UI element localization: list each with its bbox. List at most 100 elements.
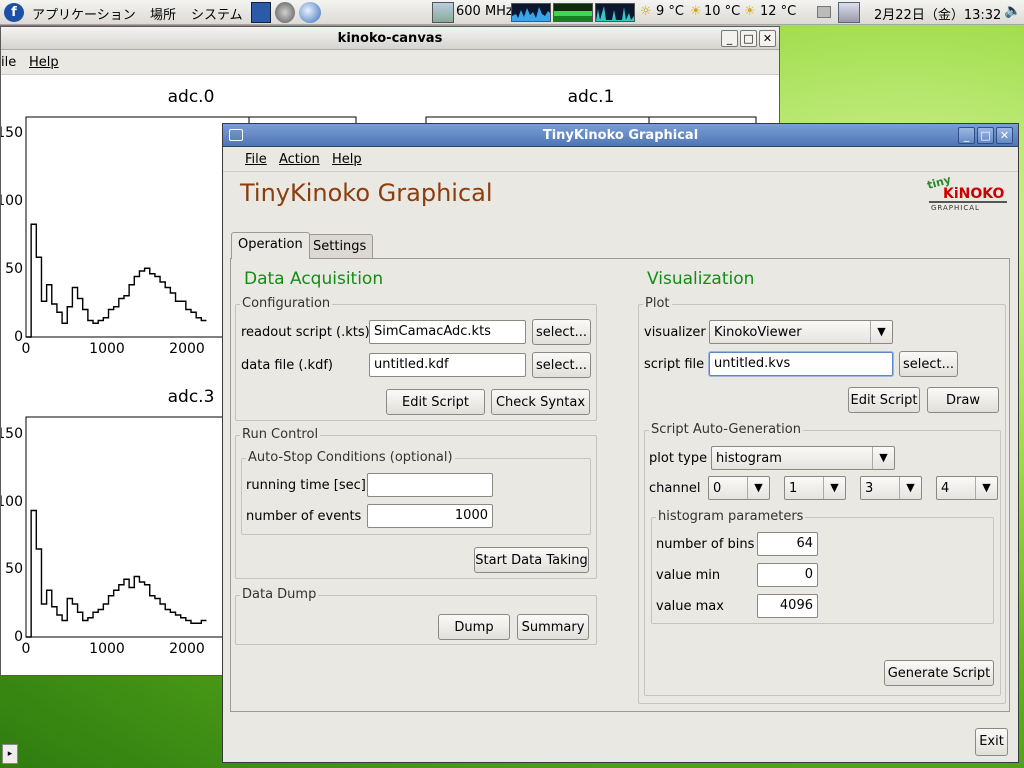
title-bar[interactable]: TinyKinoko Graphical _ □ ✕: [223, 124, 1018, 147]
volume-icon[interactable]: 🔈: [1004, 3, 1021, 19]
menu-bar: File Action Help: [223, 147, 1018, 172]
cpu-monitor-graph: [511, 3, 551, 22]
x-tick: 2000: [169, 641, 205, 657]
value-max-label: value max: [656, 599, 724, 614]
minimize-button[interactable]: _: [958, 127, 975, 144]
value-max-field[interactable]: 4096: [757, 594, 818, 618]
x-tick: 1000: [89, 641, 125, 657]
y-tick: 50: [5, 261, 23, 277]
script-file-label: script file: [644, 357, 705, 372]
bins-field[interactable]: 64: [757, 532, 818, 556]
plot-title-adc0: adc.0: [168, 87, 215, 107]
app-heading: TinyKinoko Graphical: [240, 179, 493, 207]
channel-value: 3: [865, 481, 874, 496]
maximize-button[interactable]: □: [977, 127, 994, 144]
script-file-field[interactable]: untitled.kvs: [709, 352, 893, 376]
data-dump-frame: Data Dump Dump Summary: [235, 587, 597, 645]
running-time-field[interactable]: [367, 473, 493, 497]
minimize-button[interactable]: _: [721, 30, 738, 47]
auto-stop-legend: Auto-Stop Conditions (optional): [246, 450, 455, 465]
readout-script-field[interactable]: SimCamacAdc.kts: [369, 320, 526, 344]
chevron-down-icon: ▼: [870, 321, 892, 343]
y-tick: 50: [5, 561, 23, 577]
drive-icon[interactable]: [817, 6, 831, 18]
menu-help[interactable]: Help: [332, 152, 362, 167]
menu-help[interactable]: Help: [29, 55, 59, 70]
channel-select-1[interactable]: 0 ▼: [708, 476, 770, 500]
visualizer-value: KinokoViewer: [714, 325, 802, 340]
tab-operation[interactable]: Operation: [231, 232, 310, 259]
run-control-legend: Run Control: [240, 427, 321, 442]
sun-icon: ☀: [744, 4, 756, 19]
channel-label: channel: [649, 481, 701, 496]
visualizer-select[interactable]: KinokoViewer ▼: [709, 320, 893, 344]
plot-frame: Plot visualizer KinokoViewer ▼ script fi…: [638, 296, 1006, 704]
data-file-label: data file (.kdf): [241, 358, 333, 373]
web-browser-launcher-icon[interactable]: [299, 2, 321, 23]
menu-action[interactable]: Action: [279, 152, 320, 167]
exit-button[interactable]: Exit: [975, 728, 1008, 756]
terminal-launcher-icon[interactable]: [251, 2, 271, 23]
edit-script-button[interactable]: Edit Script: [386, 389, 485, 415]
y-tick: 150: [1, 125, 23, 141]
bins-label: number of bins: [656, 537, 755, 552]
value-min-field[interactable]: 0: [757, 563, 818, 587]
tab-settings[interactable]: Settings: [306, 234, 374, 259]
weather-temp-2: 10 °C: [704, 4, 741, 19]
value-min-label: value min: [656, 568, 721, 583]
x-tick: 0: [22, 341, 31, 357]
readout-script-label: readout script (.kts): [241, 325, 370, 340]
top-panel: f アプリケーション 場所 システム 600 MHz ☼ 9 °C ☀ 10 °…: [0, 0, 1024, 25]
auto-stop-frame: Auto-Stop Conditions (optional) running …: [241, 450, 591, 535]
number-of-events-field[interactable]: 1000: [367, 504, 493, 528]
menu-places[interactable]: 場所: [150, 4, 176, 23]
data-file-field[interactable]: untitled.kdf: [369, 353, 526, 377]
weather-icon: ☼: [640, 4, 652, 19]
operation-pane: Data Acquisition Configuration readout s…: [230, 258, 1010, 712]
histogram-parameters-legend: histogram parameters: [656, 509, 806, 524]
menu-system[interactable]: システム: [191, 4, 243, 23]
menu-file[interactable]: ile: [1, 55, 16, 70]
dump-button[interactable]: Dump: [438, 614, 510, 640]
x-tick: 2000: [169, 341, 205, 357]
plot-legend: Plot: [643, 296, 672, 311]
script-auto-generation-frame: Script Auto-Generation plot type histogr…: [644, 422, 1001, 696]
channel-select-2[interactable]: 1 ▼: [784, 476, 846, 500]
data-file-select-button[interactable]: select...: [532, 352, 591, 378]
menu-file[interactable]: File: [245, 152, 267, 167]
window-title: kinoko-canvas: [337, 31, 443, 46]
channel-select-4[interactable]: 4 ▼: [936, 476, 998, 500]
generate-script-button[interactable]: Generate Script: [884, 660, 994, 686]
visualization-heading: Visualization: [647, 269, 755, 289]
fedora-logo-icon[interactable]: f: [4, 3, 24, 22]
run-control-frame: Run Control Auto-Stop Conditions (option…: [235, 427, 597, 579]
chevron-down-icon: ▼: [747, 477, 769, 499]
plot-title-adc3: adc.3: [168, 387, 215, 407]
script-file-select-button[interactable]: select...: [899, 351, 958, 377]
show-desktop-button[interactable]: ▸: [2, 744, 18, 764]
draw-button[interactable]: Draw: [927, 387, 999, 413]
chevron-down-icon: ▼: [975, 477, 997, 499]
y-tick: 100: [1, 494, 23, 510]
readout-select-button[interactable]: select...: [532, 319, 591, 345]
maximize-button[interactable]: □: [740, 30, 757, 47]
channel-select-3[interactable]: 3 ▼: [860, 476, 922, 500]
network-icon[interactable]: [838, 2, 860, 23]
close-button[interactable]: ✕: [996, 127, 1013, 144]
gnu-launcher-icon[interactable]: [275, 2, 295, 23]
clock[interactable]: 2月22日（金）13:32: [874, 4, 1001, 23]
y-tick: 100: [1, 193, 23, 209]
title-bar[interactable]: kinoko-canvas _ □ ✕: [1, 27, 779, 50]
start-data-taking-button[interactable]: Start Data Taking: [474, 547, 589, 573]
x-tick: 0: [22, 641, 31, 657]
menu-applications[interactable]: アプリケーション: [32, 4, 136, 23]
sun-icon: ☀: [690, 4, 702, 19]
plot-type-select[interactable]: histogram ▼: [711, 446, 895, 470]
summary-button[interactable]: Summary: [517, 614, 589, 640]
plot-edit-script-button[interactable]: Edit Script: [848, 387, 920, 413]
menu-bar: ile Help: [1, 50, 779, 75]
chevron-down-icon: ▼: [872, 447, 894, 469]
check-syntax-button[interactable]: Check Syntax: [491, 389, 590, 415]
configuration-legend: Configuration: [240, 296, 333, 311]
close-button[interactable]: ✕: [759, 30, 776, 47]
